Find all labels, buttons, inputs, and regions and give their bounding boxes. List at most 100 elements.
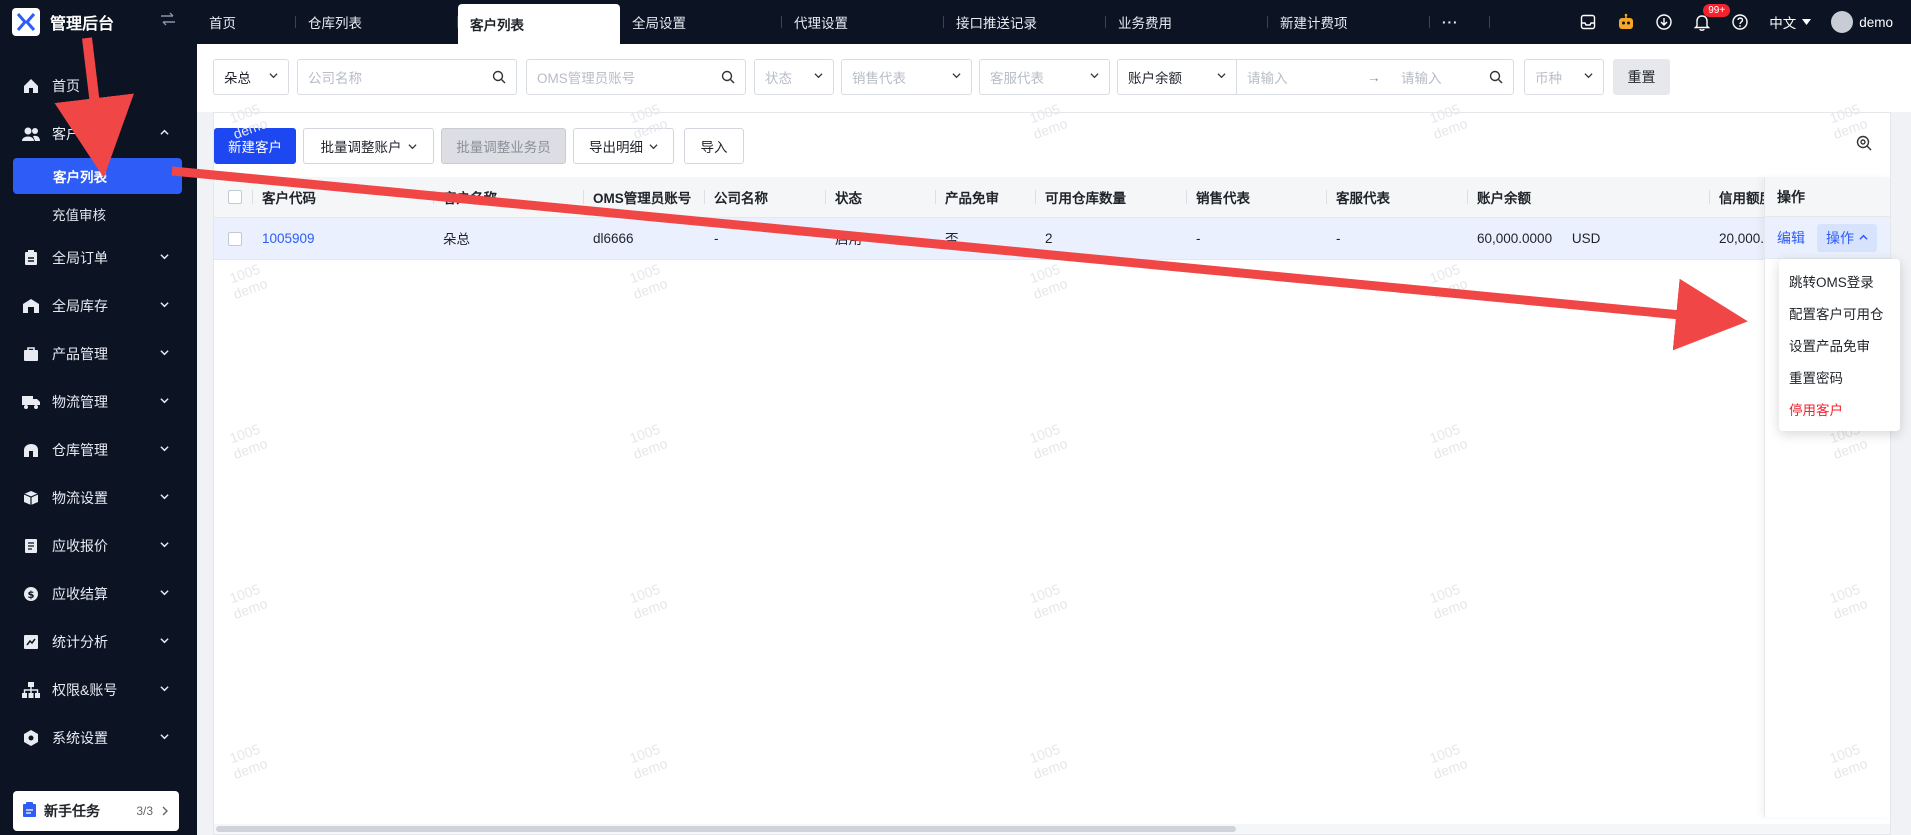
search-icon[interactable] <box>492 70 506 84</box>
import-button[interactable]: 导入 <box>684 128 744 164</box>
menu-item-product-exempt[interactable]: 设置产品免审 <box>1779 329 1900 361</box>
batch-adjust-account-label: 批量调整账户 <box>320 140 402 155</box>
sidebar-item-warehouse[interactable]: 仓库管理 <box>0 426 197 474</box>
select-all-checkbox[interactable] <box>228 190 242 205</box>
status-select[interactable]: 状态 <box>754 59 834 95</box>
sidebar-item-logistics-settings[interactable]: 物流设置 <box>0 474 197 522</box>
sidebar-item-receivable-settlement[interactable]: $ 应收结算 <box>0 570 197 618</box>
search-icon[interactable] <box>721 70 735 84</box>
inbox-icon[interactable] <box>1579 13 1597 31</box>
user-name: demo <box>1859 14 1893 30</box>
col-warehouse-count: 可用仓库数量 <box>1035 177 1186 218</box>
org-icon <box>22 681 40 699</box>
user-menu[interactable]: demo <box>1831 11 1893 33</box>
sidebar-item-permissions[interactable]: 权限&账号 <box>0 666 197 714</box>
balance-type-value: 账户余额 <box>1128 71 1182 86</box>
sidebar-item-label: 统计分析 <box>52 634 108 650</box>
sales-rep-placeholder: 销售代表 <box>852 71 906 86</box>
chevron-down-icon <box>160 350 169 356</box>
avatar <box>1831 11 1854 33</box>
service-rep-select[interactable]: 客服代表 <box>979 59 1110 95</box>
sidebar-item-label: 权限&账号 <box>52 682 118 698</box>
currency-select[interactable]: 币种 <box>1524 59 1604 95</box>
chevron-down-icon <box>160 302 169 308</box>
sidebar: 管理后台 首页 客户管理 客户列表 充值审核 全局订单 全局库存 产品管理 物流… <box>0 0 197 835</box>
help-icon[interactable] <box>1731 13 1749 31</box>
users-icon <box>22 125 40 143</box>
operations-menu-button[interactable]: 操作 <box>1817 223 1877 252</box>
sidebar-item-home[interactable]: 首页 <box>0 62 197 110</box>
range-arrow-icon: → <box>1367 69 1381 85</box>
menu-item-reset-password[interactable]: 重置密码 <box>1779 361 1900 393</box>
sidebar-item-receivable-quote[interactable]: 应收报价 <box>0 522 197 570</box>
menu-item-config-warehouse[interactable]: 配置客户可用仓 <box>1779 297 1900 329</box>
filter-bar: 朵总 公司名称 OMS管理员账号 状态 销售代表 客服代表 账户余额 请输入 →… <box>197 44 1911 112</box>
col-operations: 操作 <box>1765 177 1890 217</box>
customer-select[interactable]: 朵总 <box>213 59 289 95</box>
tab-business-fees[interactable]: 业务费用 <box>1106 0 1268 44</box>
sidebar-item-inventory[interactable]: 全局库存 <box>0 282 197 330</box>
sidebar-item-products[interactable]: 产品管理 <box>0 330 197 378</box>
chevron-down-icon <box>952 73 961 79</box>
customer-table: 客户代码 客户名称 OMS管理员账号 公司名称 状态 产品免审 可用仓库数量 销… <box>214 177 1809 260</box>
balance-type-select[interactable]: 账户余额 <box>1117 59 1237 95</box>
sidebar-item-customer-list[interactable]: 客户列表 <box>13 158 182 194</box>
sidebar-item-label: 首页 <box>52 78 80 94</box>
language-switch[interactable]: 中文 <box>1769 12 1812 32</box>
column-settings-icon[interactable] <box>1856 135 1872 154</box>
sidebar-item-orders[interactable]: 全局订单 <box>0 234 197 282</box>
status-placeholder: 状态 <box>765 71 792 86</box>
more-tabs-button[interactable]: ··· <box>1430 0 1490 44</box>
bell-icon[interactable]: 99+ <box>1693 4 1731 31</box>
chevron-right-icon <box>161 803 169 819</box>
select-all-checkbox-cell[interactable] <box>214 177 252 218</box>
batch-adjust-account-button[interactable]: 批量调整账户 <box>303 128 434 164</box>
sidebar-item-label: 仓库管理 <box>52 442 108 458</box>
status-cell: 启用 <box>825 217 935 260</box>
row-checkbox[interactable] <box>228 231 242 246</box>
scrollbar-thumb[interactable] <box>216 826 1236 832</box>
robot-icon[interactable] <box>1617 13 1635 31</box>
balance-currency: USD <box>1571 230 1601 246</box>
edit-link[interactable]: 编辑 <box>1777 228 1805 248</box>
oms-account-input[interactable]: OMS管理员账号 <box>526 59 746 95</box>
sidebar-item-label: 全局库存 <box>52 298 108 314</box>
chevron-down-icon <box>160 398 169 404</box>
company-name-input[interactable]: 公司名称 <box>297 59 517 95</box>
horizontal-scrollbar[interactable] <box>214 824 1890 834</box>
tab-global-settings[interactable]: 全局设置 <box>620 0 782 44</box>
collapse-sidebar-icon[interactable] <box>160 12 176 29</box>
beginner-tasks[interactable]: 新手任务 3/3 <box>13 791 179 831</box>
sidebar-item-customers[interactable]: 客户管理 <box>0 110 197 158</box>
product-exempt-cell: 否 <box>935 217 1035 260</box>
row-checkbox-cell[interactable] <box>214 217 252 260</box>
search-icon[interactable] <box>1489 70 1503 84</box>
sidebar-item-recharge-review[interactable]: 充值审核 <box>0 194 197 234</box>
sidebar-item-statistics[interactable]: 统计分析 <box>0 618 197 666</box>
tab-customer-list[interactable]: 客户列表 <box>458 4 620 44</box>
reset-button[interactable]: 重置 <box>1613 59 1670 95</box>
batch-adjust-staff-button[interactable]: 批量调整业务员 <box>441 128 566 164</box>
sidebar-item-system-settings[interactable]: 系统设置 <box>0 714 197 762</box>
menu-item-disable-customer[interactable]: 停用客户 <box>1779 393 1900 425</box>
tab-agent-settings[interactable]: 代理设置 <box>782 0 944 44</box>
chevron-down-icon <box>649 143 658 149</box>
top-right-tools: 99+ 中文 demo <box>1579 0 1911 44</box>
tab-home[interactable]: 首页 <box>197 0 296 44</box>
chevron-up-icon <box>1859 234 1868 240</box>
tab-push-records[interactable]: 接口推送记录 <box>944 0 1106 44</box>
sales-rep-select[interactable]: 销售代表 <box>841 59 972 95</box>
balance-range-input[interactable]: 请输入 → 请输入 <box>1236 59 1514 95</box>
new-customer-button[interactable]: 新建客户 <box>214 128 296 164</box>
operations-menu-label: 操作 <box>1826 229 1854 246</box>
menu-item-oms-login[interactable]: 跳转OMS登录 <box>1779 265 1900 297</box>
tab-warehouse-list[interactable]: 仓库列表 <box>296 0 458 44</box>
customer-select-value: 朵总 <box>224 71 251 86</box>
export-detail-button[interactable]: 导出明细 <box>573 128 674 164</box>
sidebar-item-label: 物流管理 <box>52 394 108 410</box>
table-row[interactable]: 1005909 朵总 dl6666 - 启用 否 2 - - 60,000.00… <box>214 217 1809 260</box>
tab-new-fee-item[interactable]: 新建计费项 <box>1268 0 1430 44</box>
download-icon[interactable] <box>1655 13 1673 31</box>
customer-code-link[interactable]: 1005909 <box>252 217 433 260</box>
sidebar-item-logistics[interactable]: 物流管理 <box>0 378 197 426</box>
